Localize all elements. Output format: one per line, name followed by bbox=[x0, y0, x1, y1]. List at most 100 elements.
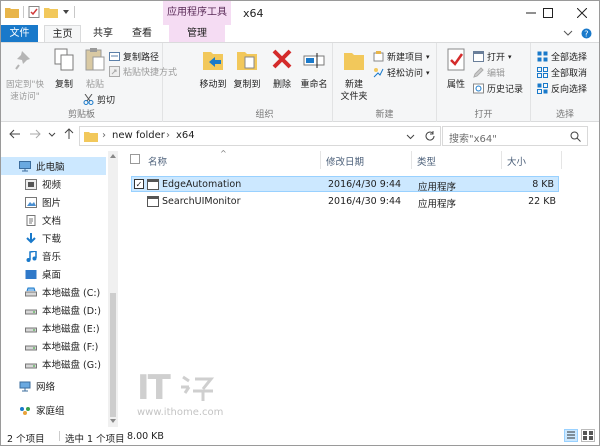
breadcrumb-new-folder[interactable]: new folder bbox=[112, 130, 165, 141]
column-size[interactable]: 大小 bbox=[507, 154, 526, 168]
select-none-button[interactable]: 全部取消 bbox=[537, 66, 587, 79]
chevron-down-icon[interactable] bbox=[48, 128, 56, 140]
edit-label: 编辑 bbox=[487, 69, 506, 79]
invert-selection-icon bbox=[537, 83, 548, 94]
new-folder-button[interactable]: 新建 文件夹 bbox=[339, 47, 369, 103]
nav-item-network[interactable]: 网络 bbox=[1, 377, 106, 395]
rename-button[interactable]: 重命名 bbox=[297, 47, 331, 91]
file-row[interactable]: ✓ EdgeAutomation 2016/4/30 9:44 应用程序 8 K… bbox=[131, 176, 559, 193]
scroll-down-icon[interactable] bbox=[110, 419, 116, 424]
close-button[interactable] bbox=[565, 1, 599, 25]
back-arrow-icon[interactable] bbox=[9, 128, 21, 140]
scroll-thumb[interactable] bbox=[110, 293, 116, 417]
nav-item-homegroup[interactable]: 家庭组 bbox=[1, 401, 106, 419]
download-icon bbox=[26, 232, 36, 243]
file-type: 应用程序 bbox=[418, 182, 457, 193]
select-none-label: 全部取消 bbox=[551, 69, 588, 79]
column-divider[interactable] bbox=[561, 151, 562, 169]
copy-path-button[interactable]: 复制路径 bbox=[109, 50, 159, 63]
nav-item-pictures[interactable]: 图片 bbox=[1, 193, 106, 211]
nav-label: 视频 bbox=[42, 180, 62, 191]
nav-item-videos[interactable]: 视频 bbox=[1, 175, 106, 193]
up-arrow-icon[interactable] bbox=[63, 128, 75, 140]
nav-item-drive-e[interactable]: 本地磁盘 (E:) bbox=[1, 319, 106, 337]
nav-item-documents[interactable]: 文档 bbox=[1, 211, 106, 229]
invert-selection-label: 反向选择 bbox=[551, 85, 588, 95]
nav-label: 网络 bbox=[36, 382, 56, 393]
new-item-label: 新建项目 bbox=[387, 53, 424, 63]
new-folder-icon bbox=[344, 53, 364, 70]
tab-file[interactable]: 文件 bbox=[1, 25, 38, 42]
nav-item-desktop[interactable]: 桌面 bbox=[1, 265, 106, 283]
move-folder-icon bbox=[203, 52, 223, 70]
chevron-down-icon[interactable] bbox=[62, 6, 70, 18]
large-icons-view-button[interactable] bbox=[581, 429, 595, 442]
select-all-checkbox[interactable] bbox=[130, 154, 140, 164]
sort-ascending-icon: ^ bbox=[220, 149, 227, 158]
details-view-button[interactable] bbox=[564, 429, 578, 442]
tab-manage[interactable]: 管理 bbox=[169, 25, 225, 42]
new-item-button[interactable]: 新建项目 ▾ bbox=[373, 50, 430, 63]
column-modified[interactable]: 修改日期 bbox=[326, 154, 364, 168]
address-bar[interactable]: › new folder › x64 bbox=[79, 126, 441, 146]
ribbon: 固定到"快 速访问" 复制 粘贴 复制路径 粘贴快捷方式 剪切 剪贴板 移动到 … bbox=[1, 42, 599, 122]
copy-to-button[interactable]: 复制到 bbox=[231, 47, 263, 91]
open-icon bbox=[473, 51, 484, 62]
column-divider[interactable] bbox=[320, 151, 321, 169]
refresh-icon[interactable] bbox=[424, 130, 436, 142]
delete-button[interactable]: 删除 bbox=[269, 47, 295, 91]
column-name[interactable]: 名称 bbox=[148, 154, 167, 168]
maximize-button[interactable] bbox=[531, 1, 565, 25]
pin-label: 固定到"快 速访问" bbox=[6, 80, 44, 102]
nav-pane-scrollbar[interactable] bbox=[108, 151, 118, 427]
nav-item-drive-f[interactable]: 本地磁盘 (F:) bbox=[1, 337, 106, 355]
select-group-label: 选择 bbox=[555, 110, 574, 120]
properties-check-icon[interactable] bbox=[28, 6, 40, 18]
file-size: 8 KB bbox=[532, 179, 554, 190]
breadcrumb-separator: › bbox=[166, 130, 170, 141]
search-input[interactable]: 搜索"x64" bbox=[442, 126, 588, 146]
nav-item-this-pc[interactable]: 此电脑 bbox=[1, 157, 106, 175]
open-button[interactable]: 打开 ▾ bbox=[473, 50, 512, 63]
nav-label: 本地磁盘 (F:) bbox=[42, 342, 99, 353]
app-tools-tab: 应用程序工具 bbox=[163, 1, 231, 25]
pin-icon bbox=[15, 51, 30, 70]
paste-button[interactable]: 粘贴 bbox=[81, 47, 109, 91]
help-icon[interactable]: ? bbox=[581, 28, 592, 39]
select-all-button[interactable]: 全部选择 bbox=[537, 50, 587, 63]
edit-button[interactable]: 编辑 bbox=[473, 66, 505, 79]
breadcrumb-x64[interactable]: x64 bbox=[176, 130, 195, 141]
nav-item-drive-c[interactable]: 本地磁盘 (C:) bbox=[1, 283, 106, 301]
file-list-header: 名称 ^ 修改日期 类型 大小 bbox=[124, 149, 594, 169]
file-row[interactable]: SearchUIMonitor 2016/4/30 9:44 应用程序 22 K… bbox=[131, 193, 559, 210]
tab-share[interactable]: 共享 bbox=[87, 25, 119, 42]
forward-arrow-icon[interactable] bbox=[29, 128, 41, 140]
video-icon bbox=[25, 178, 37, 190]
new-folder-icon[interactable] bbox=[44, 6, 58, 18]
row-checkbox[interactable]: ✓ bbox=[134, 179, 144, 189]
tab-view[interactable]: 查看 bbox=[125, 25, 159, 42]
history-button[interactable]: 历史记录 bbox=[473, 82, 523, 95]
new-group: 新建 文件夹 新建项目 ▾ 轻松访问 ▾ 新建 bbox=[333, 43, 437, 122]
nav-item-music[interactable]: 音乐 bbox=[1, 247, 106, 265]
scroll-up-icon[interactable] bbox=[110, 153, 116, 158]
properties-button[interactable]: 属性 bbox=[443, 47, 469, 91]
column-type[interactable]: 类型 bbox=[417, 154, 436, 168]
move-to-button[interactable]: 移动到 bbox=[197, 47, 229, 91]
details-view-icon bbox=[567, 431, 575, 439]
nav-item-drive-d[interactable]: 本地磁盘 (D:) bbox=[1, 301, 106, 319]
column-divider[interactable] bbox=[501, 151, 502, 169]
nav-item-drive-g[interactable]: 本地磁盘 (G:) bbox=[1, 355, 106, 373]
cut-button[interactable]: 剪切 bbox=[83, 93, 115, 106]
easy-access-button[interactable]: 轻松访问 ▾ bbox=[373, 66, 430, 79]
copy-button[interactable]: 复制 bbox=[50, 47, 78, 91]
file-name: SearchUIMonitor bbox=[162, 196, 241, 207]
chevron-down-icon[interactable] bbox=[406, 132, 415, 141]
invert-selection-button[interactable]: 反向选择 bbox=[537, 82, 587, 95]
tab-home[interactable]: 主页 bbox=[44, 25, 81, 42]
file-modified: 2016/4/30 9:44 bbox=[328, 196, 402, 207]
chevron-down-icon[interactable] bbox=[563, 28, 573, 38]
nav-item-downloads[interactable]: 下载 bbox=[1, 229, 106, 247]
pin-quick-access-button[interactable]: 固定到"快 速访问" bbox=[3, 47, 47, 103]
column-divider[interactable] bbox=[411, 151, 412, 169]
